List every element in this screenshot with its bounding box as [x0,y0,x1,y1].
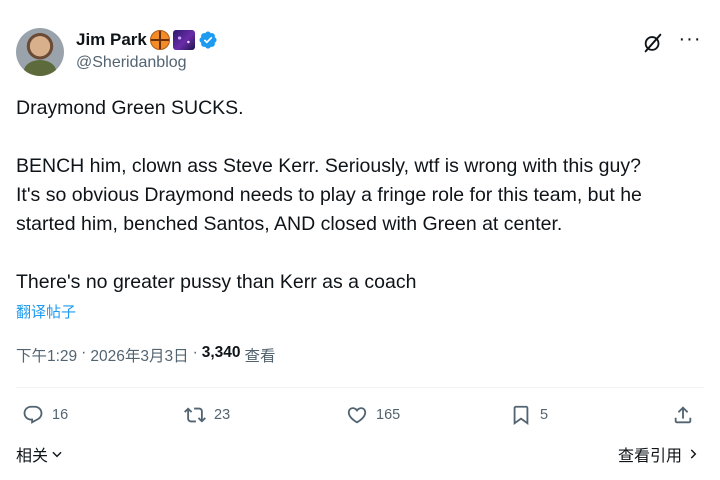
chevron-down-icon [52,451,62,458]
chevron-right-icon [690,449,697,459]
repost-icon [184,407,206,423]
reply-count: 16 [52,407,69,423]
verified-badge-icon[interactable] [198,30,218,50]
like-button[interactable]: 165 [346,400,400,430]
tweet-meta: 下午1:29 · 2026年3月3日 · 3,340 查看 [16,344,276,366]
grok-icon[interactable] [642,32,664,54]
bookmark-count: 5 [540,407,549,423]
repost-button[interactable]: 23 [184,400,230,430]
bookmark-button[interactable]: 5 [510,400,548,430]
heart-icon [347,407,367,424]
author-handle[interactable]: @Sheridanblog [76,54,187,72]
tweet-footer: 相关 查看引用 [16,442,704,466]
basketball-emoji-icon [149,30,170,50]
view-quotes-label: 查看引用 [617,448,682,465]
tweet-line: started him, benched Santos, AND closed … [16,213,563,235]
views-label: 查看 [244,348,276,365]
tweet-line: It's so obvious Draymond needs to play a… [16,184,642,206]
author-name-row: Jim Park [76,28,218,52]
share-icon [674,406,692,424]
view-quotes-link[interactable]: 查看引用 [618,442,700,466]
post-time[interactable]: 下午1:29 [16,344,77,366]
tweet-line: There's no greater pussy than Kerr as a … [16,271,417,293]
related-label: 相关 [16,448,49,465]
repost-count: 23 [214,407,231,423]
tweet-line: BENCH him, clown ass Steve Kerr. Serious… [16,155,641,177]
tweet-header: Jim Park @Sheridanblog ··· [16,26,704,78]
divider [16,387,704,388]
related-toggle[interactable]: 相关 [16,442,64,466]
reply-button[interactable]: 16 [22,400,68,430]
galaxy-emoji-icon [172,30,195,50]
meta-separator: · [81,344,87,361]
tweet-line: Draymond Green SUCKS. [16,97,244,119]
more-options-icon[interactable]: ··· [678,29,702,52]
bookmark-icon [513,405,529,426]
like-count: 165 [376,407,401,423]
translate-post-link[interactable]: 翻译帖子 [16,301,76,322]
reply-icon [23,405,43,424]
meta-separator: · [192,344,198,361]
post-date[interactable]: 2026年3月3日 [90,344,188,366]
tweet-body: Draymond Green SUCKS. BENCH him, clown a… [16,94,706,297]
tweet-actions: 16 23 165 5 [16,400,704,430]
views-count[interactable]: 3,340 [202,344,241,366]
author-display-name[interactable]: Jim Park [76,30,147,50]
share-button[interactable] [672,400,694,430]
avatar[interactable] [16,28,64,76]
